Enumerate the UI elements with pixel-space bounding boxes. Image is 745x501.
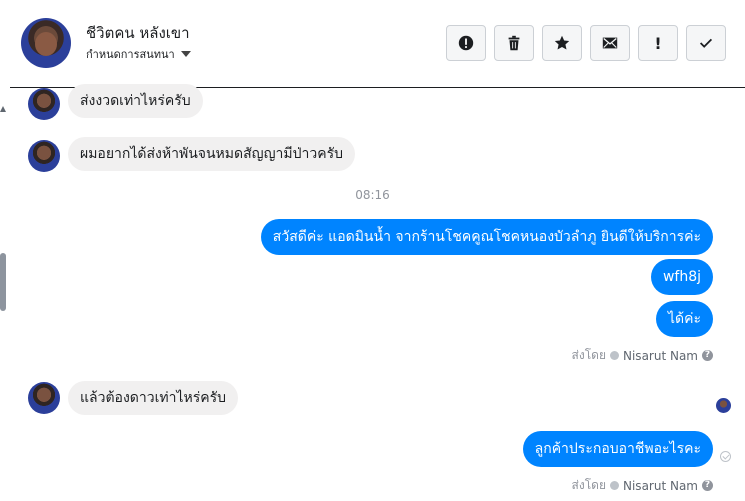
help-icon[interactable]: ?: [702, 350, 713, 361]
sender-avatar: [28, 140, 60, 172]
sent-check-icon: [720, 451, 731, 462]
sender-avatar: [28, 382, 60, 414]
outgoing-message: wfh8j: [650, 259, 713, 295]
header-actions: !: [446, 25, 726, 61]
sent-by-label: ส่งโดย: [571, 348, 606, 362]
envelope-icon: [602, 37, 618, 49]
caret-down-icon: [180, 51, 191, 57]
exclamation-icon: !: [654, 33, 662, 53]
contact-name[interactable]: ชีวิตคน หลังเขา: [86, 21, 190, 45]
contact-avatar[interactable]: [21, 18, 71, 68]
sent-by-label: ส่งโดย: [571, 478, 606, 492]
sender-name[interactable]: Nisarut Nam: [623, 479, 698, 493]
mark-unread-button[interactable]: [590, 25, 630, 61]
alert-circle-icon: [458, 35, 474, 51]
spam-button[interactable]: !: [638, 25, 678, 61]
sender-name[interactable]: Nisarut Nam: [623, 349, 698, 363]
outgoing-message: ได้ค่ะ: [655, 301, 713, 337]
outgoing-message: ลูกค้าประกอบอาชีพอะไรคะ: [522, 431, 713, 467]
seen-indicator-avatar: [716, 398, 731, 413]
incoming-message: ผมอยากได้ส่งห้าพันจนหมดสัญญามีป่าวครับ: [68, 137, 355, 171]
delete-button[interactable]: [494, 25, 534, 61]
page-badge-icon: [610, 481, 619, 490]
mark-done-button[interactable]: [686, 25, 726, 61]
sent-by-info: ส่งโดย Nisarut Nam ?: [572, 476, 713, 495]
star-icon: [554, 35, 570, 50]
outgoing-message: สวัสดีค่ะ แอดมินน้ำ จากร้านโชคคูณโชคหนอง…: [260, 219, 713, 255]
trash-icon: [508, 35, 520, 51]
incoming-message: แล้วต้องดาวเท่าไหร่ครับ: [68, 381, 239, 415]
scroll-up-arrow[interactable]: [0, 106, 6, 112]
conversation-settings-label: กำหนดการสนทนา: [86, 48, 175, 61]
report-button[interactable]: [446, 25, 486, 61]
page-badge-icon: [610, 351, 619, 360]
scrollbar-thumb[interactable]: [0, 253, 6, 311]
incoming-message: ส่งงวดเท่าไหร่ครับ: [68, 84, 203, 118]
conversation-header: ชีวิตคน หลังเขา กำหนดการสนทนา !: [0, 0, 745, 88]
conversation-settings-dropdown[interactable]: กำหนดการสนทนา: [86, 45, 191, 63]
star-button[interactable]: [542, 25, 582, 61]
message-timestamp: 08:16: [355, 188, 390, 202]
sender-avatar: [28, 88, 60, 120]
checkmark-icon: [699, 38, 713, 48]
help-icon[interactable]: ?: [702, 480, 713, 491]
sent-by-info: ส่งโดย Nisarut Nam ?: [572, 346, 713, 365]
